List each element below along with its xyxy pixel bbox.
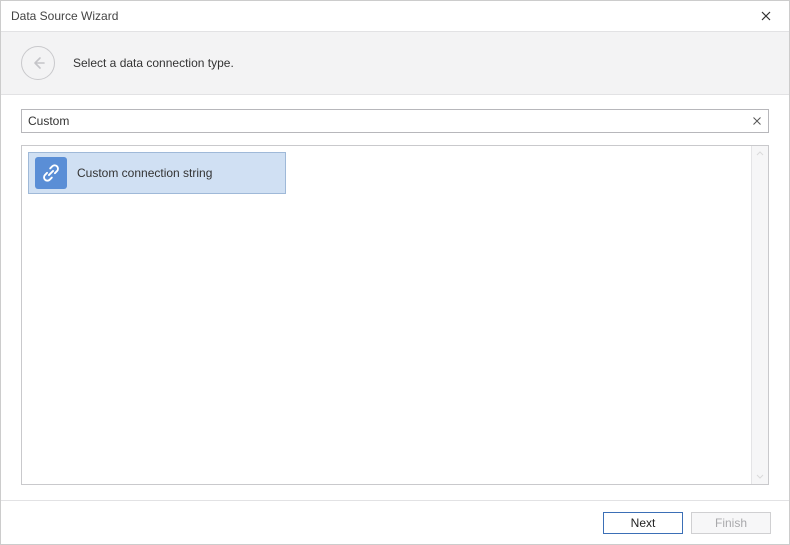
connection-type-label: Custom connection string [77, 166, 212, 180]
close-icon [753, 117, 761, 125]
window-title: Data Source Wizard [11, 9, 118, 23]
clear-search-button[interactable] [749, 113, 765, 129]
link-icon [35, 157, 67, 189]
list-body: Custom connection string [22, 146, 751, 484]
chevron-up-icon [755, 149, 765, 159]
search-row [21, 109, 769, 133]
chevron-down-icon [755, 471, 765, 481]
finish-button: Finish [691, 512, 771, 534]
titlebar: Data Source Wizard [1, 1, 789, 31]
search-input[interactable] [21, 109, 769, 133]
close-icon [761, 11, 771, 21]
connection-type-tile-custom[interactable]: Custom connection string [28, 152, 286, 194]
arrow-left-icon [30, 55, 46, 71]
next-button[interactable]: Next [603, 512, 683, 534]
wizard-footer: Next Finish [1, 500, 789, 544]
list-scrollbar[interactable] [751, 146, 768, 484]
wizard-content: Custom connection string [1, 95, 789, 495]
back-button[interactable] [21, 46, 55, 80]
close-button[interactable] [751, 2, 781, 30]
connection-type-list: Custom connection string [21, 145, 769, 485]
wizard-header: Select a data connection type. [1, 31, 789, 95]
wizard-instruction: Select a data connection type. [73, 56, 234, 70]
